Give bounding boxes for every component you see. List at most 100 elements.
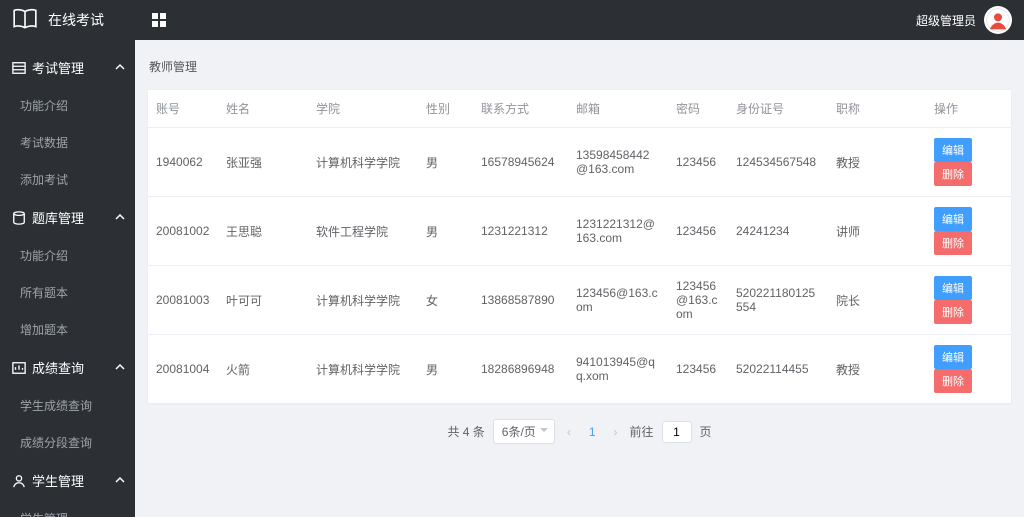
cell-account: 1940062 [148, 128, 218, 197]
edit-button[interactable]: 编辑 [934, 207, 972, 231]
delete-button[interactable]: 删除 [934, 231, 972, 255]
sidebar-item[interactable]: 所有题本 [0, 274, 135, 311]
cell-ops: 编辑删除 [926, 266, 1011, 335]
table-row: 1940062张亚强计算机科学学院男1657894562413598458442… [148, 128, 1011, 197]
book-icon [12, 6, 38, 35]
cell-ops: 编辑删除 [926, 128, 1011, 197]
cell-title: 教授 [828, 335, 878, 404]
prev-page-icon[interactable]: ‹ [563, 425, 575, 439]
app-title: 在线考试 [48, 10, 104, 30]
sidebar-item[interactable]: 功能介绍 [0, 87, 135, 124]
user-icon [12, 474, 26, 488]
sidebar-item[interactable]: 增加题本 [0, 311, 135, 348]
cell-title: 讲师 [828, 197, 878, 266]
cell-name: 火箭 [218, 335, 308, 404]
top-header: 在线考试 超级管理员 [0, 0, 1024, 40]
cell-account: 20081002 [148, 197, 218, 266]
chevron-up-icon [115, 210, 125, 225]
cell-blank [878, 335, 926, 404]
cell-email: 123456@163.com [568, 266, 668, 335]
th-college: 学院 [308, 90, 418, 128]
teacher-table: 账号 姓名 学院 性别 联系方式 邮箱 密码 身份证号 职称 操作 194006… [147, 89, 1012, 405]
chevron-up-icon [115, 360, 125, 375]
table-header-row: 账号 姓名 学院 性别 联系方式 邮箱 密码 身份证号 职称 操作 [148, 90, 1011, 128]
chevron-up-icon [115, 473, 125, 488]
cell-phone: 16578945624 [473, 128, 568, 197]
avatar [984, 6, 1012, 34]
cell-title: 教授 [828, 128, 878, 197]
th-blank [878, 90, 926, 128]
cell-title: 院长 [828, 266, 878, 335]
cell-blank [878, 128, 926, 197]
total-label: 共 4 条 [447, 423, 484, 440]
th-gender: 性别 [418, 90, 473, 128]
logo: 在线考试 [12, 6, 127, 35]
goto-label: 前往 [630, 423, 654, 440]
th-account: 账号 [148, 90, 218, 128]
sidebar-item[interactable]: 学生成绩查询 [0, 387, 135, 424]
user-block[interactable]: 超级管理员 [916, 6, 1012, 34]
chart-icon [12, 361, 26, 375]
sidebar-group-question[interactable]: 题库管理 [0, 198, 135, 237]
delete-button[interactable]: 删除 [934, 300, 972, 324]
cell-college: 计算机科学学院 [308, 266, 418, 335]
cell-blank [878, 197, 926, 266]
cell-name: 张亚强 [218, 128, 308, 197]
list-icon [12, 61, 26, 75]
cell-gender: 男 [418, 197, 473, 266]
sidebar-item[interactable]: 考试数据 [0, 124, 135, 161]
cell-password: 123456 [668, 197, 728, 266]
th-phone: 联系方式 [473, 90, 568, 128]
sidebar-group-score[interactable]: 成绩查询 [0, 348, 135, 387]
next-page-icon[interactable]: › [610, 425, 622, 439]
cell-email: 941013945@qq.xom [568, 335, 668, 404]
cell-idcard: 52022114455 [728, 335, 828, 404]
page-title: 教师管理 [147, 52, 1012, 89]
th-idcard: 身份证号 [728, 90, 828, 128]
table-row: 20081003叶可可计算机科学学院女13868587890123456@163… [148, 266, 1011, 335]
page-suffix: 页 [700, 423, 712, 440]
edit-button[interactable]: 编辑 [934, 345, 972, 369]
th-email: 邮箱 [568, 90, 668, 128]
cell-ops: 编辑删除 [926, 197, 1011, 266]
table-row: 20081004火箭计算机科学学院男18286896948941013945@q… [148, 335, 1011, 404]
sidebar-item[interactable]: 学生管理 [0, 500, 135, 517]
cell-account: 20081004 [148, 335, 218, 404]
cell-phone: 18286896948 [473, 335, 568, 404]
edit-button[interactable]: 编辑 [934, 138, 972, 162]
delete-button[interactable]: 删除 [934, 369, 972, 393]
sidebar-item[interactable]: 成绩分段查询 [0, 424, 135, 461]
th-password: 密码 [668, 90, 728, 128]
cell-password: 123456 [668, 335, 728, 404]
cell-name: 叶可可 [218, 266, 308, 335]
sidebar-item[interactable]: 添加考试 [0, 161, 135, 198]
cell-email: 13598458442@163.com [568, 128, 668, 197]
goto-input[interactable] [662, 421, 692, 443]
sidebar: 考试管理 功能介绍 考试数据 添加考试 题库管理 功能介绍 所有题本 增加题本 … [0, 40, 135, 517]
cell-name: 王思聪 [218, 197, 308, 266]
edit-button[interactable]: 编辑 [934, 276, 972, 300]
page-size-select[interactable]: 6条/页 [493, 419, 555, 444]
chevron-up-icon [115, 60, 125, 75]
delete-button[interactable]: 删除 [934, 162, 972, 186]
cell-college: 计算机科学学院 [308, 335, 418, 404]
cell-idcard: 24241234 [728, 197, 828, 266]
sidebar-group-student[interactable]: 学生管理 [0, 461, 135, 500]
cell-blank [878, 266, 926, 335]
cell-email: 1231221312@163.com [568, 197, 668, 266]
user-role-label: 超级管理员 [916, 12, 976, 29]
cell-phone: 13868587890 [473, 266, 568, 335]
grid-menu-icon[interactable] [151, 12, 167, 28]
cell-gender: 女 [418, 266, 473, 335]
table-row: 20081002王思聪软件工程学院男12312213121231221312@1… [148, 197, 1011, 266]
sidebar-item[interactable]: 功能介绍 [0, 237, 135, 274]
cell-gender: 男 [418, 128, 473, 197]
cell-college: 计算机科学学院 [308, 128, 418, 197]
cell-ops: 编辑删除 [926, 335, 1011, 404]
cell-password: 123456 [668, 128, 728, 197]
page-number[interactable]: 1 [583, 425, 602, 439]
sidebar-group-exam[interactable]: 考试管理 [0, 48, 135, 87]
th-name: 姓名 [218, 90, 308, 128]
db-icon [12, 211, 26, 225]
cell-gender: 男 [418, 335, 473, 404]
